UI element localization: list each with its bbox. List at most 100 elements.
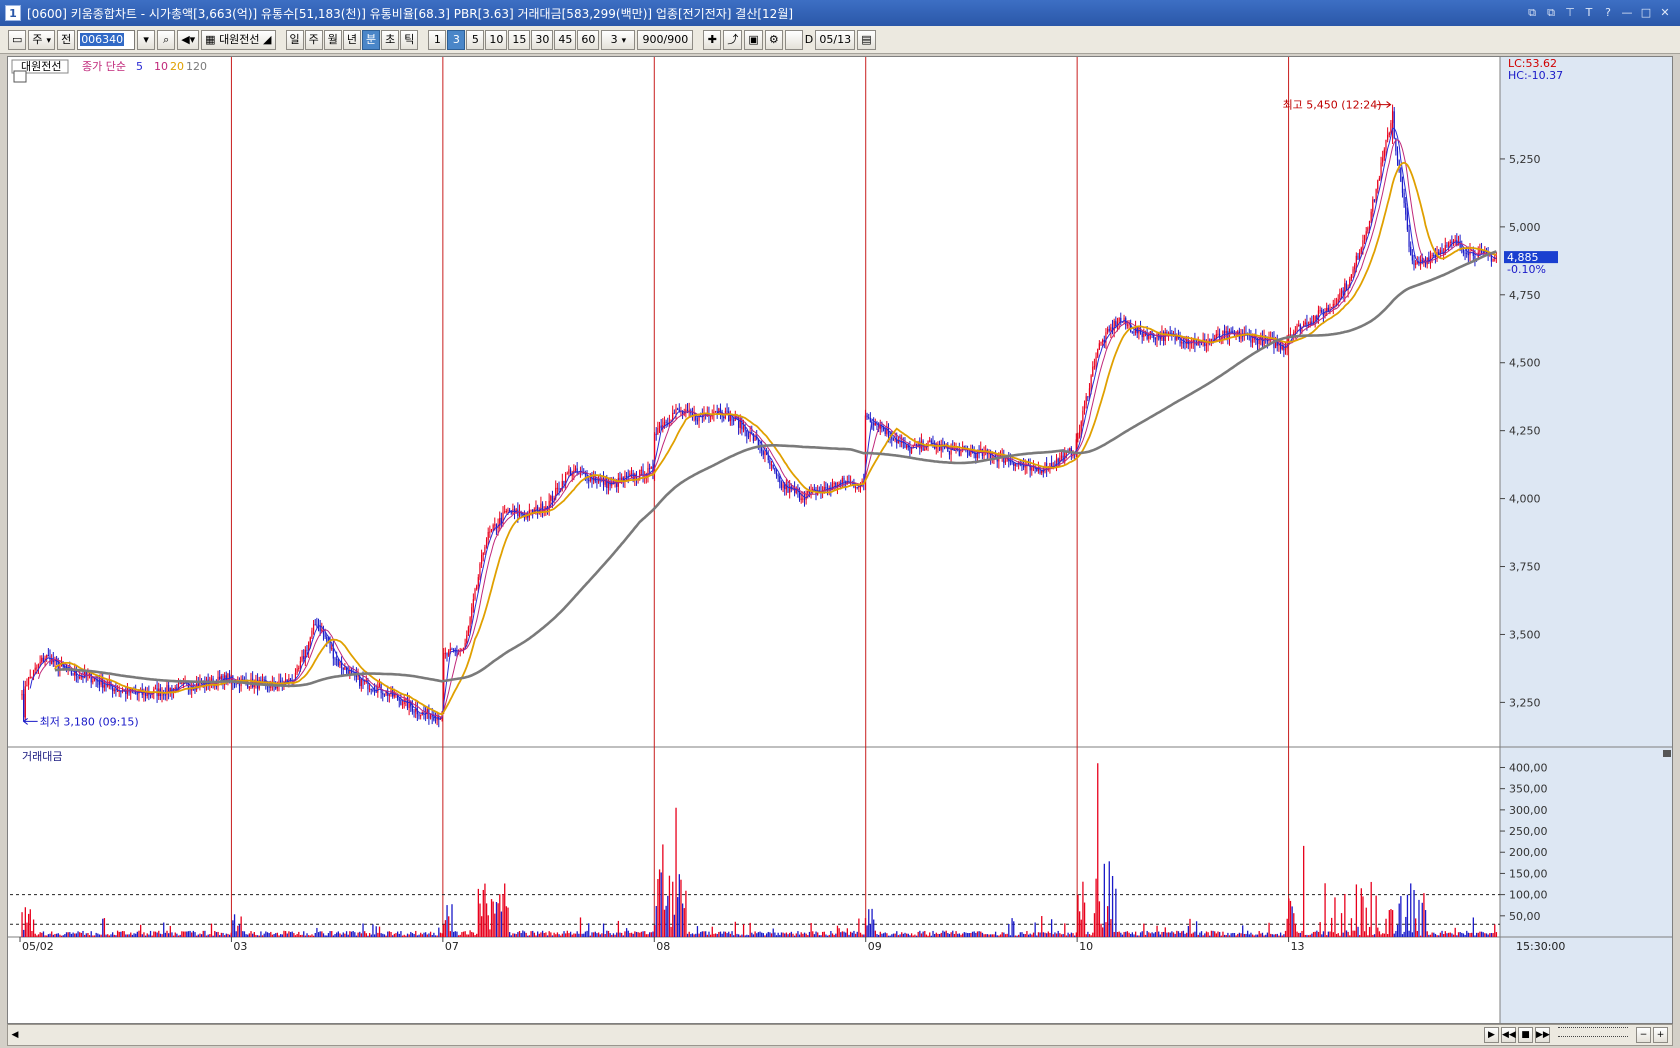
volume-bar — [963, 932, 965, 937]
volume-bar — [749, 922, 751, 937]
candle — [673, 409, 675, 414]
x-session-label-4: 09 — [868, 940, 882, 953]
chart-svg[interactable]: 3,2503,5003,7504,0004,2504,5004,7505,000… — [8, 57, 1673, 1024]
crosshair-icon[interactable]: ✚ — [703, 29, 722, 50]
volume-bar — [874, 930, 877, 937]
save-icon[interactable]: ▣ — [744, 29, 763, 50]
volume-bar — [645, 934, 648, 937]
minute-button-15[interactable]: 15 — [508, 29, 531, 50]
volume-bar — [415, 930, 417, 937]
volume-bar — [835, 933, 837, 937]
chart-area[interactable]: 3,250 3,500 3,750 4,000 4,250 4,500 4,750 5,000… — [7, 56, 1673, 1024]
price-tick-6: 4,750 — [1509, 289, 1541, 302]
window-control-0-icon[interactable]: ⧉ — [1525, 6, 1539, 20]
candle-body — [596, 481, 598, 483]
minute-button-30[interactable]: 30 — [531, 29, 554, 50]
volume-bar — [141, 934, 143, 937]
window-control-1-icon[interactable]: ⧉ — [1544, 6, 1558, 20]
code-dropdown-icon[interactable]: ▾ — [137, 29, 156, 50]
zoom-out-icon[interactable]: − — [1636, 1027, 1651, 1043]
window-control-2-icon[interactable]: ⊤ — [1563, 6, 1577, 20]
prev-button[interactable]: 전 — [57, 29, 76, 50]
volume-bar — [754, 931, 756, 937]
stock-name-field[interactable]: ▦ 대원전선 ◢ — [201, 29, 276, 50]
window-control-7-icon[interactable]: ✕ — [1658, 6, 1672, 20]
candle-body — [494, 524, 496, 526]
candle-body — [1327, 307, 1329, 312]
candle-body — [530, 509, 532, 511]
period-button-주[interactable]: 주 — [304, 29, 323, 50]
speaker-icon[interactable]: ◀▾ — [177, 29, 200, 50]
volume-bar — [652, 931, 654, 937]
calendar-icon[interactable]: ▤ — [857, 29, 876, 50]
volume-bar — [530, 931, 532, 937]
interval-select[interactable]: 3 — [601, 29, 636, 50]
volume-bar — [555, 934, 557, 937]
candle-body — [1212, 339, 1214, 341]
date-checkbox[interactable] — [784, 29, 803, 50]
volume-bar — [833, 934, 835, 937]
rewind-icon[interactable]: ◀◀ — [1501, 1027, 1516, 1043]
volume-bar — [955, 931, 957, 937]
minute-button-60[interactable]: 60 — [577, 29, 600, 50]
volume-bar — [140, 924, 142, 937]
volume-bar — [378, 926, 381, 937]
zoom-in-icon[interactable]: + — [1653, 1027, 1668, 1043]
volume-bar — [1088, 934, 1091, 937]
volume-bar — [403, 934, 405, 937]
window-control-5-icon[interactable]: — — [1620, 6, 1634, 20]
period-main-select[interactable]: 주 — [28, 29, 56, 50]
candle — [1372, 196, 1374, 218]
volume-bar — [102, 918, 104, 937]
window-control-4-icon[interactable]: ? — [1601, 6, 1615, 20]
window-control-6-icon[interactable]: □ — [1639, 6, 1653, 20]
scroll-track[interactable] — [22, 1028, 1484, 1042]
minute-button-45[interactable]: 45 — [554, 29, 577, 50]
candle — [966, 445, 969, 458]
minute-button-5[interactable]: 5 — [466, 29, 485, 50]
candle-body — [481, 554, 483, 564]
period-button-일[interactable]: 일 — [285, 29, 304, 50]
scroll-left-icon[interactable]: ◀ — [8, 1030, 22, 1040]
stock-code-input[interactable]: 006340 — [77, 29, 136, 50]
count-field[interactable]: 900/900 — [637, 29, 694, 50]
volume-bar — [75, 933, 78, 937]
window-titlebar[interactable]: 1 [0600] 키움종합차트 - 시가총액[3,663(억)] 유통수[51,… — [0, 0, 1680, 26]
volume-bar — [1055, 933, 1058, 937]
volume-bar — [975, 932, 977, 937]
candle — [1446, 242, 1448, 249]
candle — [196, 675, 198, 692]
minute-button-10[interactable]: 10 — [485, 29, 508, 50]
volume-bar — [321, 931, 323, 937]
chart-type-icon[interactable]: ▭ — [8, 29, 27, 50]
chart-scrollbar[interactable]: ◀ ▶ ◀◀ ■ ▶▶ − + — [7, 1024, 1673, 1046]
drawing-tool-icon[interactable]: ⤴ — [723, 29, 743, 50]
period-button-월[interactable]: 월 — [323, 29, 342, 50]
candle-body — [21, 693, 23, 696]
candle — [120, 690, 122, 698]
candle-body — [1354, 264, 1356, 270]
volume-bar — [678, 874, 680, 937]
period-button-분[interactable]: 분 — [362, 29, 381, 50]
candle-body — [36, 667, 38, 669]
volume-bar — [1070, 932, 1073, 937]
period-button-초[interactable]: 초 — [381, 29, 400, 50]
search-icon[interactable]: ⌕ — [157, 29, 176, 50]
minute-button-3[interactable]: 3 — [447, 29, 466, 50]
gear-icon[interactable]: ⚙ — [764, 29, 783, 50]
candle-body — [461, 649, 463, 651]
fast-forward-icon[interactable]: ▶▶ — [1535, 1027, 1550, 1043]
window-control-3-icon[interactable]: T — [1582, 6, 1596, 20]
zoom-slider[interactable] — [1558, 1027, 1628, 1037]
date-input[interactable]: 05/13 — [815, 29, 856, 50]
stop-icon[interactable]: ■ — [1518, 1027, 1533, 1043]
candle — [1367, 226, 1369, 234]
minute-button-1[interactable]: 1 — [428, 29, 447, 50]
play-icon[interactable]: ▶ — [1484, 1027, 1499, 1043]
volume-bar — [405, 935, 407, 937]
period-button-틱[interactable]: 틱 — [400, 29, 419, 50]
candle — [729, 410, 731, 426]
period-button-년[interactable]: 년 — [342, 29, 362, 50]
candle-body — [568, 469, 570, 474]
candle — [1128, 319, 1130, 330]
